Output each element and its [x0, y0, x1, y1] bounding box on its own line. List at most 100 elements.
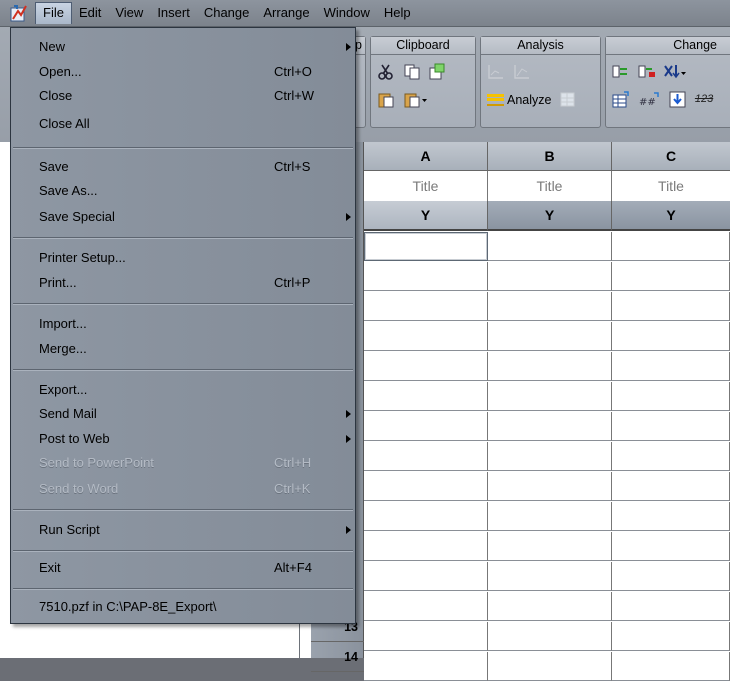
menu-insert[interactable]: Insert — [150, 2, 197, 24]
analyze-button[interactable]: Analyze — [487, 93, 551, 107]
exclude-columns-icon[interactable] — [638, 63, 656, 80]
toolbar-group-change: Change ## 123 — [605, 36, 730, 128]
menu-item-recent-file[interactable]: 7510.pzf in C:\PAP-8E_Export\ — [11, 595, 355, 619]
menu-item-close-all[interactable]: Close All — [11, 112, 355, 136]
app-logo-icon[interactable] — [9, 3, 31, 23]
menu-item-export[interactable]: Export... — [11, 378, 355, 402]
table-cell[interactable] — [488, 292, 612, 321]
swap-columns-icon[interactable] — [612, 63, 630, 80]
table-cell[interactable] — [612, 232, 730, 261]
column-header-a[interactable]: A — [364, 142, 488, 171]
menu-arrange[interactable]: Arrange — [256, 2, 316, 24]
table-cell[interactable] — [612, 352, 730, 381]
menu-file[interactable]: File — [35, 2, 72, 24]
menu-item-import[interactable]: Import... — [11, 312, 355, 336]
menu-item-close[interactable]: Close Ctrl+W — [11, 84, 355, 108]
table-cell[interactable] — [364, 292, 488, 321]
menu-item-send-mail[interactable]: Send Mail — [11, 402, 355, 426]
download-arrow-icon[interactable] — [669, 91, 687, 108]
row-number-14[interactable]: 14 — [311, 642, 364, 672]
menu-change[interactable]: Change — [197, 2, 257, 24]
table-cell[interactable] — [488, 322, 612, 351]
table-cell[interactable] — [488, 562, 612, 591]
table-cell[interactable] — [364, 442, 488, 471]
table-cell[interactable] — [612, 652, 730, 681]
table-cell[interactable] — [364, 622, 488, 651]
table-cell[interactable] — [364, 502, 488, 531]
column-header-c[interactable]: C — [612, 142, 730, 171]
exclude-value-icon[interactable] — [663, 63, 687, 80]
table-cell[interactable] — [612, 412, 730, 441]
cut-icon[interactable] — [377, 63, 395, 80]
subcolumn-header-b[interactable]: Y — [488, 201, 612, 231]
table-cell[interactable] — [612, 592, 730, 621]
table-cell[interactable] — [488, 592, 612, 621]
table-cell[interactable] — [488, 652, 612, 681]
table-cell[interactable] — [488, 232, 612, 261]
table-cell[interactable] — [364, 472, 488, 501]
copy-special-icon[interactable] — [428, 63, 446, 80]
table-cell[interactable] — [612, 382, 730, 411]
menu-item-print[interactable]: Print... Ctrl+P — [11, 271, 355, 295]
column-title-c[interactable]: Title — [612, 171, 730, 201]
table-cell[interactable] — [488, 622, 612, 651]
table-cell[interactable] — [364, 412, 488, 441]
menu-item-label: Print... — [39, 275, 77, 290]
menu-item-exit[interactable]: Exit Alt+F4 — [11, 556, 355, 580]
table-cell[interactable] — [612, 562, 730, 591]
menu-item-save[interactable]: Save Ctrl+S — [11, 155, 355, 179]
table-cell[interactable] — [612, 502, 730, 531]
copy-icon[interactable] — [403, 63, 421, 80]
menu-item-merge[interactable]: Merge... — [11, 337, 355, 361]
table-cell[interactable] — [488, 532, 612, 561]
table-cell[interactable] — [488, 442, 612, 471]
table-cell[interactable] — [612, 442, 730, 471]
menu-item-printer-setup[interactable]: Printer Setup... — [11, 246, 355, 270]
table-cell[interactable] — [612, 322, 730, 351]
table-cell[interactable] — [364, 382, 488, 411]
table-cell[interactable] — [612, 622, 730, 651]
column-title-b[interactable]: Title — [488, 171, 612, 201]
strike-value-icon[interactable]: 123 — [695, 91, 721, 108]
table-cell[interactable] — [488, 502, 612, 531]
table-cell[interactable] — [364, 262, 488, 291]
table-cell[interactable] — [364, 232, 488, 261]
table-cell[interactable] — [488, 262, 612, 291]
menu-view[interactable]: View — [108, 2, 150, 24]
menu-item-open[interactable]: Open... Ctrl+O — [11, 60, 355, 84]
analyze-label: Analyze — [507, 92, 552, 107]
menu-edit[interactable]: Edit — [72, 2, 108, 24]
subcolumn-header-c[interactable]: Y — [612, 201, 730, 231]
table-cell[interactable] — [364, 562, 488, 591]
column-header-b[interactable]: B — [488, 142, 612, 171]
table-cell[interactable] — [364, 352, 488, 381]
menu-window[interactable]: Window — [317, 2, 377, 24]
insert-table-icon[interactable] — [612, 91, 630, 108]
number-format-icon[interactable]: ## — [638, 91, 662, 108]
table-cell[interactable] — [612, 472, 730, 501]
table-cell[interactable] — [488, 382, 612, 411]
table-cell[interactable] — [612, 262, 730, 291]
menu-item-label: Import... — [39, 316, 87, 331]
table-cell[interactable] — [612, 292, 730, 321]
table-cell[interactable] — [364, 592, 488, 621]
column-title-a[interactable]: Title — [364, 171, 488, 201]
menu-item-label: Save As... — [39, 183, 98, 198]
table-cell[interactable] — [612, 532, 730, 561]
table-cell[interactable] — [488, 412, 612, 441]
table-cell[interactable] — [364, 652, 488, 681]
menu-help[interactable]: Help — [377, 2, 418, 24]
subcolumn-header-a[interactable]: Y — [364, 201, 488, 231]
menu-item-run-script[interactable]: Run Script — [11, 518, 355, 542]
paste-special-icon[interactable] — [403, 91, 429, 108]
table-cell[interactable] — [488, 352, 612, 381]
table-cell[interactable] — [488, 472, 612, 501]
table-cell[interactable] — [364, 532, 488, 561]
menu-item-new[interactable]: New — [11, 35, 355, 59]
toolbar-group-title: Clipboard — [371, 37, 475, 55]
paste-icon[interactable] — [377, 91, 395, 108]
menu-item-post-to-web[interactable]: Post to Web — [11, 427, 355, 451]
menu-item-save-as[interactable]: Save As... — [11, 179, 355, 203]
table-cell[interactable] — [364, 322, 488, 351]
menu-item-save-special[interactable]: Save Special — [11, 205, 355, 229]
